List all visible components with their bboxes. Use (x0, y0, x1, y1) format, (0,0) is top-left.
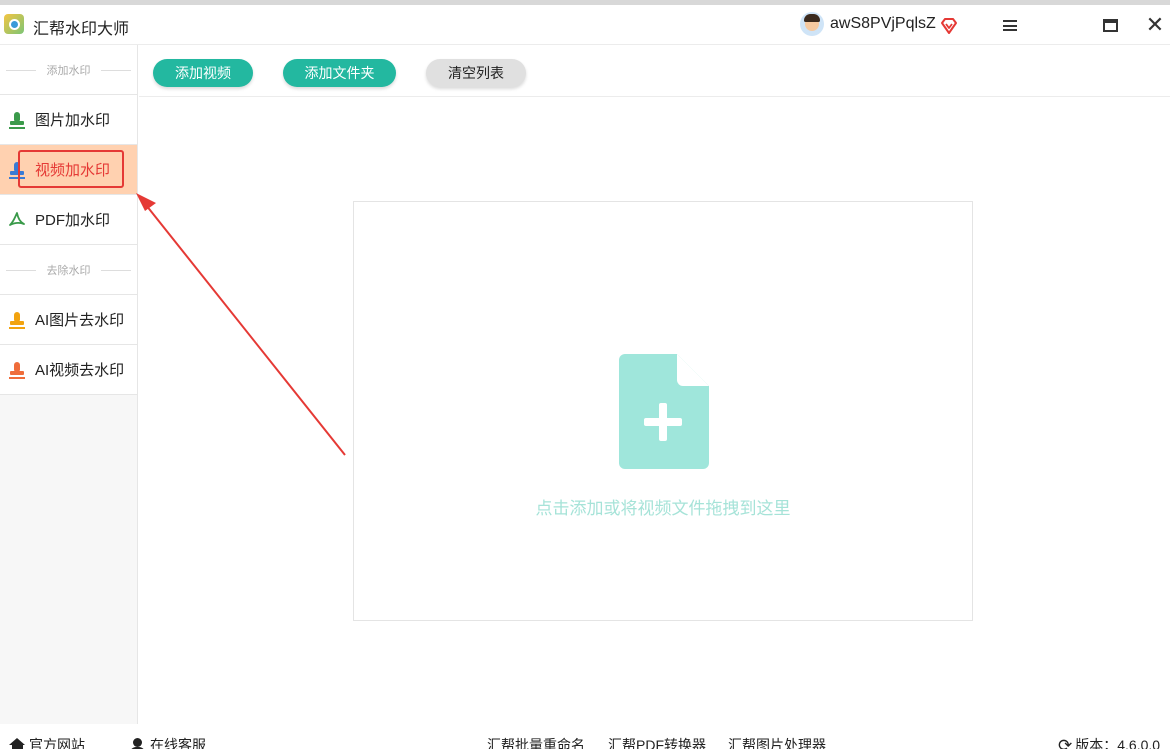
username[interactable]: awS8PVjPqlsZ (830, 15, 936, 33)
stamp-icon (8, 111, 26, 129)
user-avatar[interactable] (800, 12, 824, 36)
section-title-add-watermark: 添加水印 (0, 45, 137, 95)
pdf-icon (8, 211, 26, 229)
sidebar-item-pdf-watermark[interactable]: PDF加水印 (0, 195, 137, 245)
app-window: 汇帮水印大师 awS8PVjPqlsZ ✕ 添加水印 图片加水印 视频加水印 P… (0, 0, 1170, 749)
version-info[interactable]: ⟳ 版本：4.6.0.0 (1058, 735, 1160, 749)
sidebar-item-label: 图片加水印 (35, 112, 111, 129)
highlight-frame (18, 150, 124, 188)
sidebar-item-label: AI图片去水印 (35, 312, 125, 329)
maximize-icon (1102, 18, 1118, 32)
add-folder-button[interactable]: 添加文件夹 (283, 59, 396, 87)
drop-hint-text: 点击添加或将视频文件拖拽到这里 (535, 499, 791, 518)
add-video-button[interactable]: 添加视频 (153, 59, 253, 87)
close-icon: ✕ (1145, 12, 1165, 37)
footer-website-label: 官方网站 (29, 737, 85, 749)
official-website-link[interactable]: 官方网站 (9, 735, 85, 749)
menu-button[interactable] (995, 11, 1025, 39)
stamp-icon (8, 361, 26, 379)
sidebar-item-label: PDF加水印 (35, 212, 111, 229)
sidebar-item-label: AI视频去水印 (35, 362, 125, 379)
online-support-link[interactable]: 在线客服 (129, 735, 206, 749)
file-drop-zone[interactable]: 点击添加或将视频文件拖拽到这里 (353, 201, 973, 621)
sidebar-item-image-watermark[interactable]: 图片加水印 (0, 95, 137, 145)
stamp-icon (8, 311, 26, 329)
maximize-button[interactable] (1095, 11, 1125, 39)
close-button[interactable]: ✕ (1140, 11, 1170, 39)
hamburger-menu-icon (1003, 19, 1017, 31)
title-bar: 汇帮水印大师 awS8PVjPqlsZ ✕ (0, 5, 1170, 45)
clear-list-button[interactable]: 清空列表 (426, 59, 526, 87)
image-processor-link[interactable]: 汇帮图片处理器 (728, 735, 826, 749)
sidebar-item-ai-video-remove[interactable]: AI视频去水印 (0, 345, 137, 395)
sidebar-item-video-watermark[interactable]: 视频加水印 (0, 145, 137, 195)
toolbar: 添加视频 添加文件夹 清空列表 (139, 45, 1170, 97)
batch-rename-link[interactable]: 汇帮批量重命名 (487, 735, 585, 749)
refresh-icon: ⟳ (1058, 735, 1073, 749)
pdf-converter-link[interactable]: 汇帮PDF转换器 (608, 735, 706, 749)
version-label: 版本：4.6.0.0 (1075, 737, 1161, 749)
section-title-remove-watermark: 去除水印 (0, 245, 137, 295)
vip-diamond-icon[interactable] (940, 17, 958, 35)
app-title: 汇帮水印大师 (33, 21, 130, 38)
sidebar-item-ai-image-remove[interactable]: AI图片去水印 (0, 295, 137, 345)
support-icon (129, 737, 146, 749)
home-icon (9, 738, 26, 749)
footer-support-label: 在线客服 (150, 737, 206, 749)
footer: 官方网站 在线客服 汇帮批量重命名 汇帮PDF转换器 汇帮图片处理器 ⟳ 版本：… (0, 724, 1170, 749)
sidebar: 添加水印 图片加水印 视频加水印 PDF加水印 去除水印 AI图片去水印 AI视… (0, 45, 138, 724)
add-file-icon (619, 354, 709, 469)
app-logo-icon (4, 14, 24, 34)
